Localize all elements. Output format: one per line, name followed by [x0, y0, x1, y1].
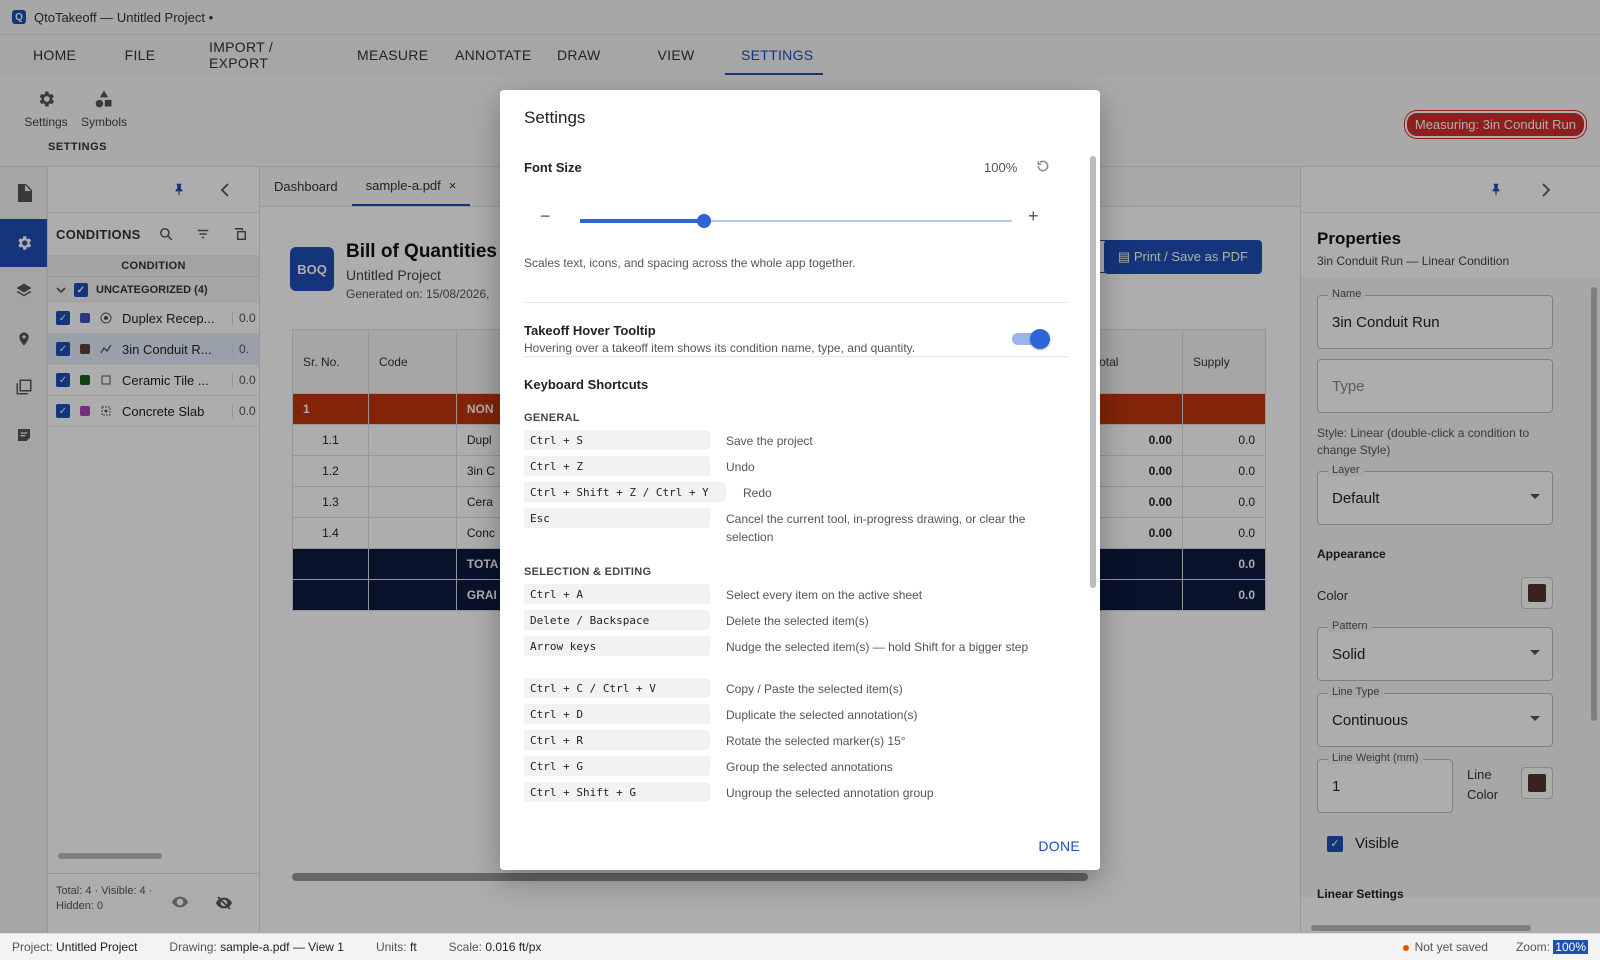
shortcut-description: Delete the selected item(s): [726, 614, 869, 628]
divider: [524, 302, 1068, 303]
font-size-decrease-button[interactable]: −: [540, 206, 551, 227]
shortcut-description: Group the selected annotations: [726, 760, 893, 774]
shortcut-keys: Ctrl + G: [524, 756, 710, 776]
unsaved-dot-icon: [1402, 945, 1409, 951]
shortcut-keys: Ctrl + S: [524, 430, 710, 450]
shortcut-description: Select every item on the active sheet: [726, 588, 923, 602]
shortcut-keys: Esc: [524, 508, 710, 528]
shortcut-description: Duplicate the selected annotation(s): [726, 708, 918, 722]
shortcut-keys: Ctrl + R: [524, 730, 710, 750]
shortcut-description: Save the project: [726, 434, 813, 448]
shortcut-description: Redo: [743, 486, 772, 500]
shortcut-keys: Ctrl + Shift + Z / Ctrl + Y: [524, 482, 726, 502]
dialog-actions: [500, 806, 1100, 870]
shortcut-description: Rotate the selected marker(s) 15°: [726, 734, 906, 748]
shortcut-description: Copy / Paste the selected item(s): [726, 682, 903, 696]
font-size-value: 100%: [984, 160, 1018, 175]
shortcut-description: Ungroup the selected annotation group: [726, 786, 934, 800]
shortcut-description: Nudge the selected item(s) — hold Shift …: [726, 640, 1029, 654]
shortcut-keys: Delete / Backspace: [524, 610, 710, 630]
font-size-increase-button[interactable]: +: [1028, 206, 1039, 227]
status-units: Units: ft: [375, 940, 417, 954]
toggle-thumb: [1030, 329, 1050, 349]
dialog-title: Settings: [524, 108, 586, 127]
shortcut-keys: Ctrl + Shift + G: [524, 782, 710, 802]
reset-icon[interactable]: [1036, 159, 1050, 173]
shortcut-keys: Ctrl + D: [524, 704, 710, 724]
shortcut-keys: Ctrl + Z: [524, 456, 710, 476]
tooltip-toggle[interactable]: [1010, 328, 1050, 350]
shortcut-keys: Ctrl + A: [524, 584, 710, 604]
shortcut-group-general: GENERAL: [524, 412, 580, 424]
zoom-input[interactable]: 100%: [1553, 940, 1588, 954]
status-bar: Project: Untitled Project Drawing: sampl…: [0, 933, 1600, 960]
font-size-description: Scales text, icons, and spacing across t…: [524, 256, 856, 270]
shortcut-keys: Ctrl + C / Ctrl + V: [524, 678, 710, 698]
save-status: Not yet saved: [1402, 940, 1488, 954]
zoom-status: Zoom: 100%: [1515, 940, 1588, 954]
dialog-vscroll[interactable]: [1090, 156, 1096, 588]
done-button[interactable]: DONE: [1038, 838, 1080, 854]
status-project: Project: Untitled Project: [12, 940, 138, 954]
tooltip-setting-description: Hovering over a takeoff item shows its c…: [524, 341, 916, 355]
shortcut-description: Undo: [726, 460, 755, 474]
shortcut-keys: Arrow keys: [524, 636, 710, 656]
tooltip-setting-label: Takeoff Hover Tooltip: [524, 323, 656, 338]
shortcut-group-selection-editing: SELECTION & EDITING: [524, 566, 652, 578]
font-size-label: Font Size: [524, 160, 582, 175]
font-size-slider-fill: [580, 219, 704, 223]
settings-dialog: Settings Font Size 100% − + Scales text,…: [500, 90, 1100, 870]
status-scale: Scale: 0.016 ft/px: [448, 940, 542, 954]
divider: [524, 356, 1068, 357]
status-drawing: Drawing: sample-a.pdf — View 1: [169, 940, 344, 954]
keyboard-shortcuts-title: Keyboard Shortcuts: [524, 377, 649, 392]
shortcut-description: Cancel the current tool, in-progress dra…: [726, 512, 1026, 544]
font-size-slider-thumb[interactable]: [696, 214, 711, 228]
